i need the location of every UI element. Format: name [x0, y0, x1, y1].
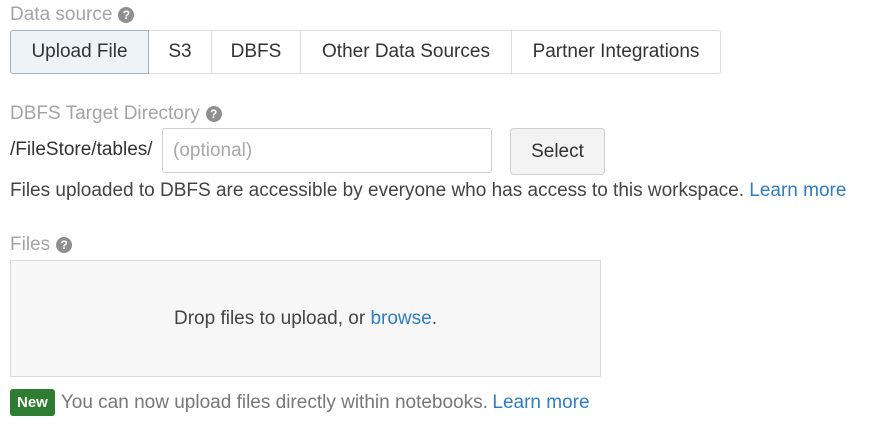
tab-label: Partner Integrations	[532, 41, 700, 62]
tab-label: S3	[168, 41, 192, 62]
notice-text: You can now upload files directly within…	[60, 391, 488, 413]
browse-link[interactable]: browse	[370, 308, 431, 330]
info-message: Files uploaded to DBFS are accessible by…	[10, 180, 846, 202]
help-icon[interactable]: ?	[205, 106, 222, 122]
data-source-tabs: Upload File S3 DBFS Other Data Sources P…	[10, 30, 721, 74]
target-directory-input[interactable]	[162, 128, 492, 173]
tab-label: Other Data Sources	[322, 41, 490, 62]
files-label: Files ?	[10, 234, 73, 256]
tab-other-data-sources[interactable]: Other Data Sources	[301, 30, 512, 74]
tab-label: Upload File	[31, 41, 128, 62]
dropzone-suffix: .	[431, 307, 437, 329]
help-icon[interactable]: ?	[56, 237, 73, 253]
notebook-upload-notice: New You can now upload files directly wi…	[10, 389, 590, 416]
tab-partner-integrations[interactable]: Partner Integrations	[512, 30, 721, 74]
files-label-text: Files	[10, 234, 51, 255]
tab-label: DBFS	[230, 41, 282, 62]
path-prefix: /FileStore/tables/	[10, 139, 153, 160]
tab-s3[interactable]: S3	[149, 30, 212, 74]
file-dropzone[interactable]: Drop files to upload, or browse.	[10, 260, 601, 377]
target-directory-label: DBFS Target Directory ?	[10, 103, 222, 125]
tab-upload-file[interactable]: Upload File	[10, 30, 149, 74]
help-icon[interactable]: ?	[118, 7, 135, 23]
learn-more-link[interactable]: Learn more	[749, 180, 846, 201]
dropzone-text: Drop files to upload, or	[174, 307, 366, 329]
tab-dbfs[interactable]: DBFS	[212, 30, 301, 74]
select-button[interactable]: Select	[510, 128, 605, 175]
new-badge: New	[10, 389, 55, 416]
data-source-label-text: Data source	[10, 4, 113, 25]
data-source-label: Data source ?	[10, 4, 135, 26]
target-directory-label-text: DBFS Target Directory	[10, 103, 200, 124]
info-text: Files uploaded to DBFS are accessible by…	[10, 180, 744, 201]
notice-learn-more-link[interactable]: Learn more	[492, 392, 589, 414]
